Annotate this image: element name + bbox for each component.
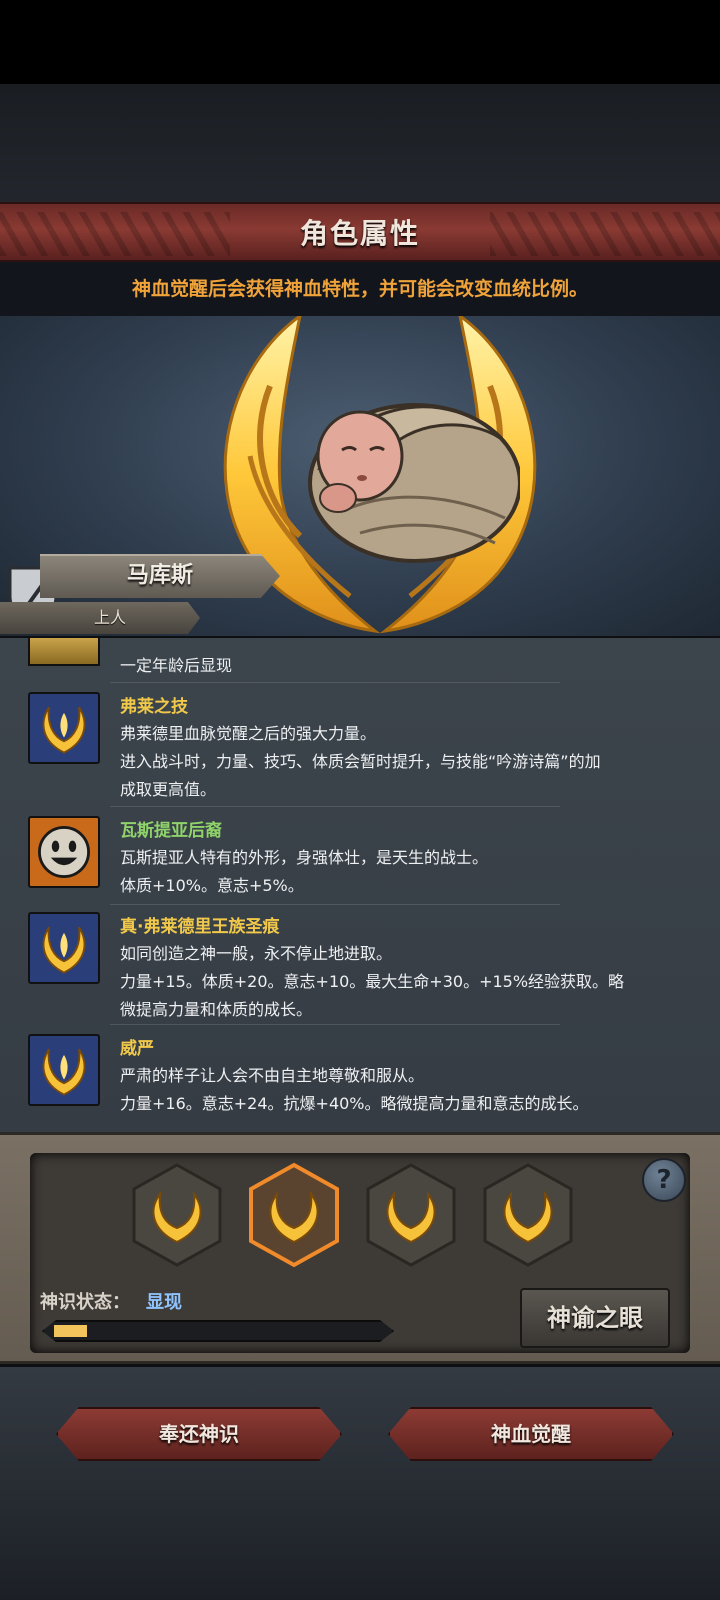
return-sense-button[interactable]: 奉还神识 (56, 1407, 342, 1461)
trait-desc: 瓦斯提亚人特有的外形，身强体壮，是天生的战士。 (120, 848, 489, 867)
trait-name: 威严 (120, 1039, 154, 1059)
trait-desc: 进入战斗时，力量、技巧、体质会暂时提升，与技能“吟游诗篇”的加 (120, 752, 601, 771)
status-label: 神识状态： (40, 1292, 130, 1313)
flame-crest-icon (28, 692, 100, 764)
divider (110, 1024, 560, 1025)
subtitle-hint: 神血觉醒后会获得神血特性，并可能会改变血统比例。 (131, 278, 588, 300)
smiley-face-icon (28, 816, 100, 888)
traits-list[interactable]: 一定年龄后显现 弗莱之技 弗莱德里血脉觉醒之后的强大力量。 进入战斗时，力量、技… (0, 638, 720, 1138)
divider (110, 806, 560, 807)
flame-crest-icon (28, 912, 100, 984)
button-label: 奉还神识 (159, 1422, 239, 1446)
character-rank: 上人 (93, 608, 126, 627)
divine-slot-1[interactable] (130, 1162, 224, 1268)
trait-name: 瓦斯提亚后裔 (120, 821, 222, 841)
blood-awaken-button[interactable]: 神血觉醒 (388, 1407, 674, 1461)
bottom-bar (0, 1367, 720, 1600)
character-name: 马库斯 (126, 563, 193, 588)
trait-name: 真·弗莱德里王族圣痕 (120, 917, 280, 937)
status-bar-area (0, 0, 720, 84)
oracle-eye-button[interactable]: 神谕之眼 (520, 1288, 670, 1348)
trait-desc: 力量+16。意志+24。抗爆+40%。略微提高力量和意志的成长。 (120, 1094, 589, 1113)
divine-slot-3[interactable] (364, 1162, 458, 1268)
trait-desc: 成取更高值。 (120, 780, 217, 799)
partial-trait-icon (28, 638, 100, 666)
trait-desc: 力量+15。体质+20。意志+10。最大生命+30。+15%经验获取。略 (120, 972, 625, 991)
divine-slot-2-selected[interactable] (247, 1162, 341, 1268)
partial-trait-line: 一定年龄后显现 (120, 656, 233, 675)
trait-desc: 如同创造之神一般，永不停止地进取。 (120, 944, 393, 963)
trait-desc: 微提高力量和体质的成长。 (120, 1000, 313, 1019)
button-label: 神血觉醒 (491, 1422, 571, 1446)
trait-name: 弗莱之技 (120, 697, 188, 717)
trait-desc: 体质+10%。意志+5%。 (120, 876, 304, 895)
trait-desc: 弗莱德里血脉觉醒之后的强大力量。 (120, 724, 377, 743)
progress-fill (54, 1325, 87, 1337)
subtitle-bar: 神血觉醒后会获得神血特性，并可能会改变血统比例。 (0, 262, 720, 316)
flame-crest-icon (28, 1034, 100, 1106)
status-value: 显现 (146, 1292, 182, 1313)
divine-slot-4[interactable] (481, 1162, 575, 1268)
baby-portrait-icon (308, 403, 520, 563)
page-title: 角色属性 (299, 217, 420, 250)
trait-desc: 严肃的样子让人会不由自主地尊敬和服从。 (120, 1066, 425, 1085)
divider (110, 682, 560, 683)
awakening-progress-bar (42, 1320, 394, 1342)
title-bar: 角色属性 (0, 202, 720, 262)
header-background (0, 84, 720, 204)
divider (110, 904, 560, 905)
name-plate: 马库斯 (0, 554, 290, 598)
help-button[interactable]: ? (642, 1158, 686, 1202)
